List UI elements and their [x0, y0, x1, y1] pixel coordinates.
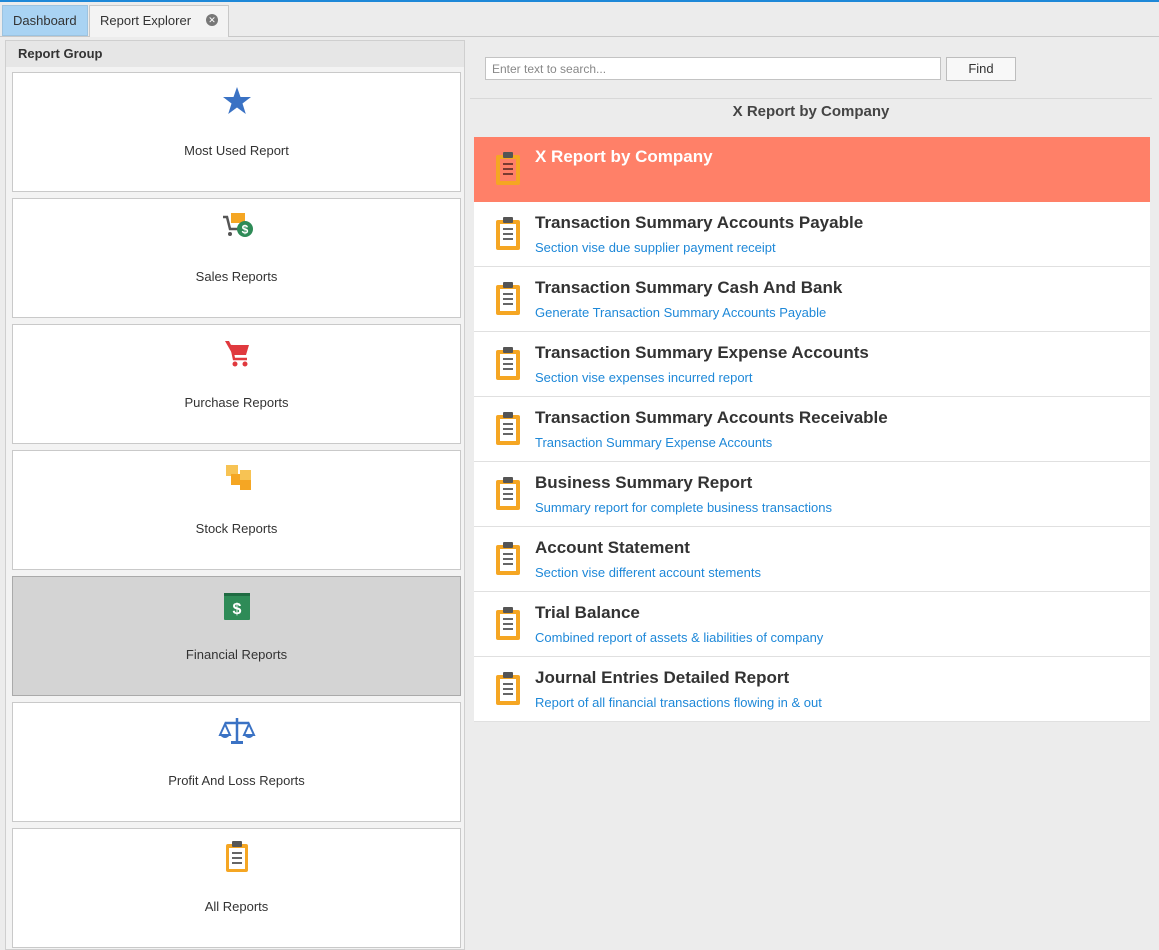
- group-label: Most Used Report: [184, 143, 289, 158]
- tab-dashboard[interactable]: Dashboard: [2, 5, 88, 36]
- clipboard-icon: [496, 607, 520, 640]
- report-item-journal-entries[interactable]: Journal Entries Detailed Report Report o…: [474, 657, 1150, 722]
- group-label: Stock Reports: [195, 521, 278, 536]
- clipboard-icon: [496, 542, 520, 575]
- group-tile-profit-loss[interactable]: Profit And Loss Reports: [12, 702, 461, 822]
- report-title: Transaction Summary Cash And Bank: [535, 278, 843, 297]
- clipboard-icon: [496, 412, 520, 445]
- report-description: Section vise different account stements: [535, 565, 761, 580]
- group-label: Financial Reports: [185, 647, 288, 662]
- report-item-accounts-receivable[interactable]: Transaction Summary Accounts Receivable …: [474, 397, 1150, 462]
- selected-report-title: X Report by Company: [732, 103, 890, 120]
- group-label: Sales Reports: [195, 269, 278, 284]
- group-label: Profit And Loss Reports: [168, 773, 305, 788]
- group-tile-stock[interactable]: Stock Reports: [12, 450, 461, 570]
- report-description: Report of all financial transactions flo…: [535, 695, 822, 710]
- svg-text:$: $: [233, 601, 242, 618]
- report-item-x-report[interactable]: X Report by Company: [474, 137, 1150, 202]
- report-item-expense-accounts[interactable]: Transaction Summary Expense Accounts Sec…: [474, 332, 1150, 397]
- report-item-cash-and-bank[interactable]: Transaction Summary Cash And Bank Genera…: [474, 267, 1150, 332]
- clipboard-icon: [496, 282, 520, 315]
- report-description: Transaction Summary Expense Accounts: [535, 435, 773, 450]
- report-item-account-statement[interactable]: Account Statement Section vise different…: [474, 527, 1150, 592]
- balance-scale-icon: [218, 718, 256, 744]
- cart-dollar-icon: $: [223, 213, 253, 237]
- report-item-accounts-payable[interactable]: Transaction Summary Accounts Payable Sec…: [474, 202, 1150, 267]
- tab-bar: Dashboard Report Explorer ✕: [0, 2, 1159, 37]
- svg-text:$: $: [242, 223, 249, 237]
- group-tile-purchase[interactable]: Purchase Reports: [12, 324, 461, 444]
- find-button[interactable]: Find: [946, 57, 1016, 81]
- star-icon: [223, 87, 251, 114]
- report-description: Summary report for complete business tra…: [535, 500, 832, 515]
- report-title: Trial Balance: [535, 603, 640, 622]
- search-input[interactable]: [485, 57, 941, 80]
- report-title: Transaction Summary Accounts Receivable: [535, 408, 888, 427]
- shopping-cart-icon: [225, 341, 249, 367]
- report-title: Transaction Summary Expense Accounts: [535, 343, 869, 362]
- report-list-panel: Find X Report by Company X Report by Com…: [470, 40, 1159, 950]
- close-icon[interactable]: ✕: [206, 14, 218, 26]
- divider: [470, 98, 1152, 99]
- group-tile-sales[interactable]: $ Sales Reports: [12, 198, 461, 318]
- clipboard-icon: [496, 347, 520, 380]
- group-tile-financial[interactable]: $ Financial Reports: [12, 576, 461, 696]
- clipboard-icon: [496, 477, 520, 510]
- clipboard-icon: [496, 672, 520, 705]
- report-description: Generate Transaction Summary Accounts Pa…: [535, 305, 827, 320]
- tab-report-explorer-label: Report Explorer: [100, 13, 192, 28]
- report-description: Combined report of assets & liabilities …: [535, 630, 824, 645]
- clipboard-icon: [226, 841, 248, 872]
- report-description: Section vise expenses incurred report: [535, 370, 753, 385]
- group-tile-all[interactable]: All Reports: [12, 828, 461, 948]
- report-title: Account Statement: [535, 538, 690, 557]
- group-label: Purchase Reports: [184, 395, 289, 410]
- report-group-header: Report Group: [6, 41, 464, 67]
- tab-report-explorer[interactable]: Report Explorer ✕: [89, 5, 229, 37]
- report-title: Journal Entries Detailed Report: [535, 668, 790, 687]
- boxes-icon: [226, 465, 251, 490]
- report-title: Business Summary Report: [535, 473, 753, 492]
- group-tile-most-used[interactable]: Most Used Report: [12, 72, 461, 192]
- report-list: X Report by Company Transaction Summary …: [474, 137, 1150, 722]
- clipboard-icon: [496, 217, 520, 250]
- report-item-trial-balance[interactable]: Trial Balance Combined report of assets …: [474, 592, 1150, 657]
- report-item-business-summary[interactable]: Business Summary Report Summary report f…: [474, 462, 1150, 527]
- report-title: Transaction Summary Accounts Payable: [535, 213, 864, 232]
- dollar-book-icon: $: [224, 593, 250, 620]
- report-group-panel: Report Group Most Used Report $ Sales Re…: [5, 40, 465, 950]
- report-description: Section vise due supplier payment receip…: [535, 240, 776, 255]
- group-label: All Reports: [204, 899, 269, 914]
- report-title: X Report by Company: [535, 147, 713, 166]
- clipboard-icon: [496, 152, 520, 185]
